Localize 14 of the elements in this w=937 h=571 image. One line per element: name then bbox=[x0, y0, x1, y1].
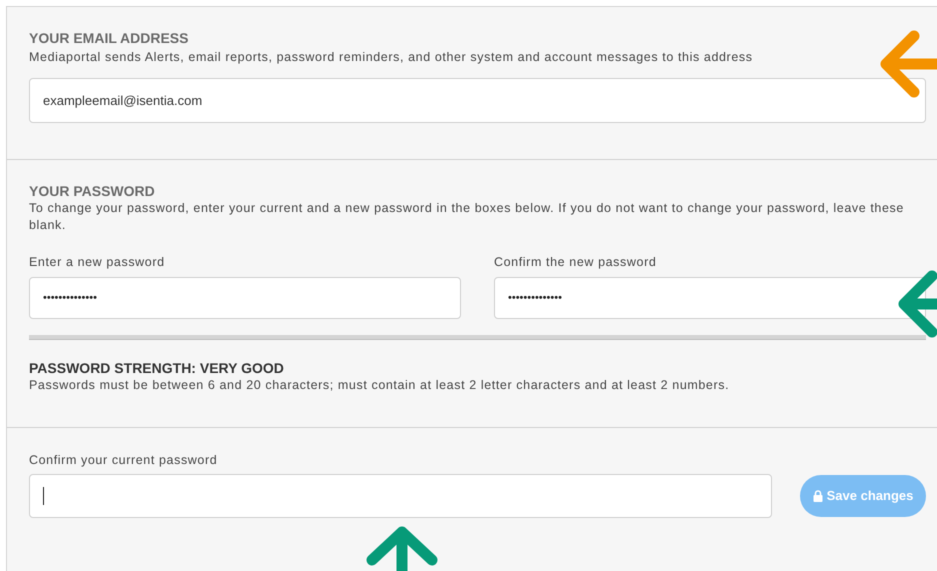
section-description: To change your password, enter your current and a new password in the boxes below. If you do not want to change your password, leave these blank. bbox=[29, 200, 904, 234]
section-description: Mediaportal sends Alerts, email reports, password reminders, and other system and account messages to this address bbox=[29, 49, 754, 65]
field-label: Confirm your current password bbox=[29, 452, 218, 468]
field-label: Confirm the new password bbox=[494, 254, 658, 270]
strength-description: Passwords must be between 6 and 20 characters; must contain at least 2 letter characters and at least 2 numbers. bbox=[29, 377, 730, 393]
section-heading: YOUR PASSWORD bbox=[29, 182, 156, 200]
section-heading: YOUR EMAIL ADDRESS bbox=[29, 29, 190, 47]
current-password-field[interactable] bbox=[29, 474, 772, 518]
password-field[interactable]: •••••••••••••• bbox=[494, 277, 926, 319]
email-field[interactable]: exampleemail@isentia.com bbox=[29, 78, 926, 123]
lock-icon bbox=[812, 490, 823, 502]
field-label: Enter a new password bbox=[29, 254, 166, 270]
password-field[interactable]: •••••••••••••• bbox=[29, 277, 461, 319]
strength-heading: PASSWORD STRENGTH: VERY GOOD bbox=[29, 359, 285, 377]
